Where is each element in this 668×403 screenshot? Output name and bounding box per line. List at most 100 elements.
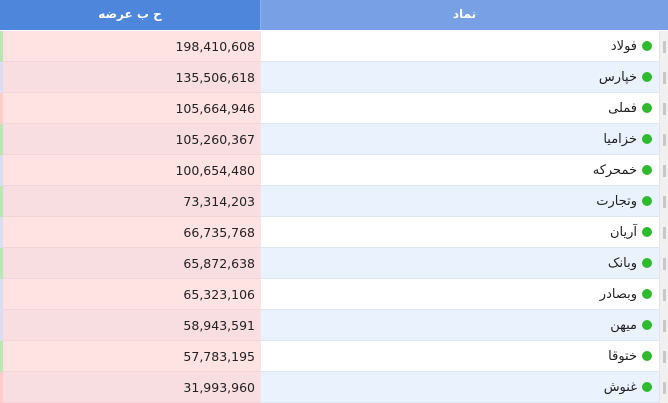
row-indicator-stripe bbox=[0, 248, 3, 279]
vertical-scrollbar[interactable] bbox=[659, 310, 668, 341]
vertical-scrollbar[interactable] bbox=[659, 279, 668, 310]
status-dot-icon bbox=[642, 165, 652, 175]
symbol-name[interactable]: وبصادر bbox=[600, 279, 637, 310]
table-row[interactable]: 198,410,608 فولاد bbox=[0, 31, 668, 62]
volume-value: 58,943,591 bbox=[183, 318, 255, 333]
column-header-symbol[interactable]: نماد bbox=[261, 0, 668, 30]
table-row[interactable]: 58,943,591 میهن bbox=[0, 310, 668, 341]
volume-value: 105,664,946 bbox=[175, 101, 255, 116]
symbol-name[interactable]: وتجارت bbox=[596, 186, 637, 217]
table-row[interactable]: 73,314,203 وتجارت bbox=[0, 186, 668, 217]
volume-cell: 66,735,768 bbox=[0, 217, 261, 248]
status-dot-icon bbox=[642, 41, 652, 51]
symbol-cell[interactable]: وبانک bbox=[261, 248, 659, 279]
volume-value: 65,872,638 bbox=[183, 256, 255, 271]
symbol-name[interactable]: خپارس bbox=[599, 62, 637, 93]
scrollbar-thumb[interactable] bbox=[663, 289, 666, 301]
vertical-scrollbar[interactable] bbox=[659, 186, 668, 217]
table-row[interactable]: 31,993,960 غنوش bbox=[0, 372, 668, 403]
symbol-name[interactable]: ختوقا bbox=[608, 341, 637, 372]
row-indicator-stripe bbox=[0, 372, 3, 403]
column-header-volume[interactable]: ح ب عرضه bbox=[0, 0, 261, 30]
row-indicator-stripe bbox=[0, 62, 3, 93]
table-row[interactable]: 135,506,618 خپارس bbox=[0, 62, 668, 93]
volume-cell: 57,783,195 bbox=[0, 341, 261, 372]
volume-cell: 198,410,608 bbox=[0, 31, 261, 62]
symbol-name[interactable]: فملی bbox=[608, 93, 637, 124]
volume-cell: 58,943,591 bbox=[0, 310, 261, 341]
table-row[interactable]: 65,323,106 وبصادر bbox=[0, 279, 668, 310]
table-row[interactable]: 105,664,946 فملی bbox=[0, 93, 668, 124]
volume-cell: 100,654,480 bbox=[0, 155, 261, 186]
scrollbar-thumb[interactable] bbox=[663, 320, 666, 332]
symbol-name[interactable]: میهن bbox=[610, 310, 637, 341]
status-dot-icon bbox=[642, 72, 652, 82]
table-row[interactable]: 100,654,480 خمحرکه bbox=[0, 155, 668, 186]
symbol-cell[interactable]: آریان bbox=[261, 217, 659, 248]
volume-value: 100,654,480 bbox=[175, 163, 255, 178]
vertical-scrollbar[interactable] bbox=[659, 341, 668, 372]
status-dot-icon bbox=[642, 351, 652, 361]
row-indicator-stripe bbox=[0, 341, 3, 372]
volume-cell: 105,664,946 bbox=[0, 93, 261, 124]
scrollbar-thumb[interactable] bbox=[663, 41, 666, 53]
vertical-scrollbar[interactable] bbox=[659, 93, 668, 124]
row-indicator-stripe bbox=[0, 31, 3, 62]
scrollbar-thumb[interactable] bbox=[663, 382, 666, 394]
symbol-name[interactable]: وبانک bbox=[608, 248, 637, 279]
volume-cell: 135,506,618 bbox=[0, 62, 261, 93]
volume-value: 73,314,203 bbox=[183, 194, 255, 209]
scrollbar-thumb[interactable] bbox=[663, 134, 666, 146]
volume-value: 135,506,618 bbox=[175, 70, 255, 85]
symbol-cell[interactable]: خپارس bbox=[261, 62, 659, 93]
status-dot-icon bbox=[642, 258, 652, 268]
symbol-cell[interactable]: خمحرکه bbox=[261, 155, 659, 186]
volume-cell: 105,260,367 bbox=[0, 124, 261, 155]
scrollbar-thumb[interactable] bbox=[663, 258, 666, 270]
status-dot-icon bbox=[642, 134, 652, 144]
row-indicator-stripe bbox=[0, 217, 3, 248]
symbol-cell[interactable]: وتجارت bbox=[261, 186, 659, 217]
table-row[interactable]: 65,872,638 وبانک bbox=[0, 248, 668, 279]
symbol-cell[interactable]: میهن bbox=[261, 310, 659, 341]
status-dot-icon bbox=[642, 103, 652, 113]
symbol-cell[interactable]: خزامیا bbox=[261, 124, 659, 155]
scrollbar-thumb[interactable] bbox=[663, 351, 666, 363]
symbol-cell[interactable]: غنوش bbox=[261, 372, 659, 403]
volume-value: 57,783,195 bbox=[183, 349, 255, 364]
vertical-scrollbar[interactable] bbox=[659, 372, 668, 403]
symbol-cell[interactable]: فولاد bbox=[261, 31, 659, 62]
vertical-scrollbar[interactable] bbox=[659, 62, 668, 93]
vertical-scrollbar[interactable] bbox=[659, 217, 668, 248]
symbol-name[interactable]: آریان bbox=[610, 217, 637, 248]
status-dot-icon bbox=[642, 227, 652, 237]
row-indicator-stripe bbox=[0, 310, 3, 341]
row-indicator-stripe bbox=[0, 155, 3, 186]
volume-cell: 65,872,638 bbox=[0, 248, 261, 279]
symbol-name[interactable]: خزامیا bbox=[603, 124, 637, 155]
scrollbar-thumb[interactable] bbox=[663, 227, 666, 239]
symbol-name[interactable]: غنوش bbox=[604, 372, 637, 403]
symbol-name[interactable]: فولاد bbox=[611, 31, 637, 62]
scrollbar-thumb[interactable] bbox=[663, 165, 666, 177]
vertical-scrollbar[interactable] bbox=[659, 248, 668, 279]
vertical-scrollbar[interactable] bbox=[659, 31, 668, 62]
vertical-scrollbar[interactable] bbox=[659, 155, 668, 186]
volume-value: 31,993,960 bbox=[183, 380, 255, 395]
scrollbar-thumb[interactable] bbox=[663, 72, 666, 84]
scrollbar-thumb[interactable] bbox=[663, 196, 666, 208]
symbol-cell[interactable]: ختوقا bbox=[261, 341, 659, 372]
volume-cell: 65,323,106 bbox=[0, 279, 261, 310]
scrollbar-thumb[interactable] bbox=[663, 103, 666, 115]
table-row[interactable]: 66,735,768 آریان bbox=[0, 217, 668, 248]
volume-value: 105,260,367 bbox=[175, 132, 255, 147]
table-row[interactable]: 105,260,367 خزامیا bbox=[0, 124, 668, 155]
symbol-cell[interactable]: وبصادر bbox=[261, 279, 659, 310]
volume-cell: 73,314,203 bbox=[0, 186, 261, 217]
symbol-cell[interactable]: فملی bbox=[261, 93, 659, 124]
table-row[interactable]: 57,783,195 ختوقا bbox=[0, 341, 668, 372]
row-indicator-stripe bbox=[0, 279, 3, 310]
vertical-scrollbar[interactable] bbox=[659, 124, 668, 155]
symbol-name[interactable]: خمحرکه bbox=[593, 155, 637, 186]
table-body: 198,410,608 فولاد 135,506,618 خپارس 105,664,… bbox=[0, 31, 668, 403]
